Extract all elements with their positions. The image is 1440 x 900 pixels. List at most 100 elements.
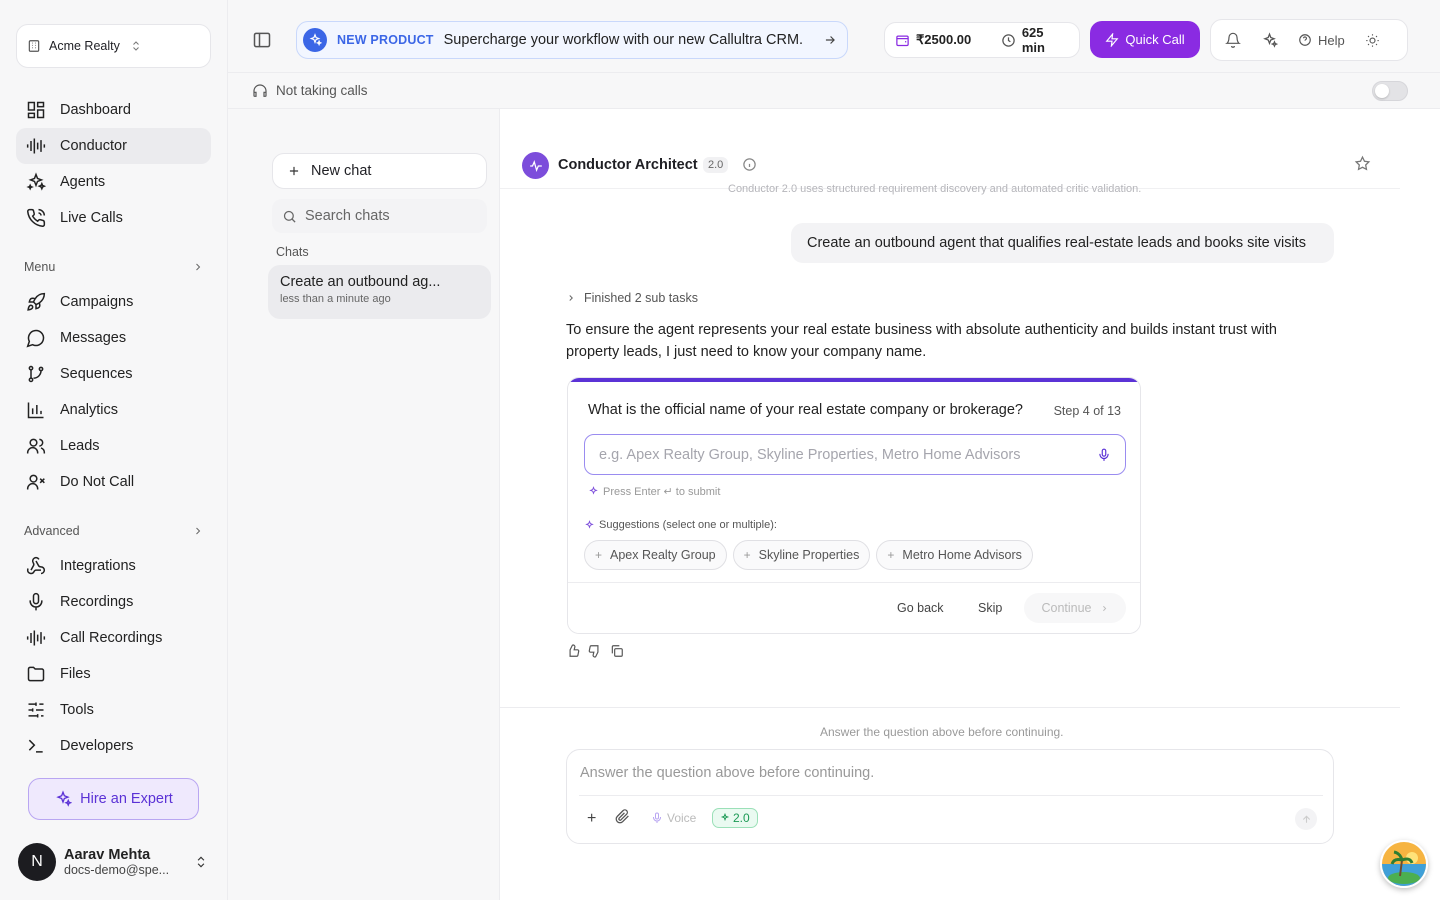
thumbs-up-icon[interactable] <box>566 644 580 658</box>
nav-item-agents[interactable]: Agents <box>16 164 211 200</box>
message-composer: Answer the question above before continu… <box>566 749 1334 844</box>
plus-icon[interactable]: + <box>587 810 596 828</box>
nav-item-live-calls[interactable]: Live Calls <box>16 200 211 236</box>
help-button[interactable]: Help <box>1298 33 1345 48</box>
user-name: Aarav Mehta <box>64 847 151 863</box>
git-branch-icon <box>26 364 46 384</box>
call-status-bar: Not taking calls <box>228 72 1440 109</box>
advanced-section-header[interactable]: Advanced <box>24 524 204 538</box>
nav-item-files[interactable]: Files <box>16 656 211 692</box>
suggestion-chip[interactable]: + Metro Home Advisors <box>876 540 1033 570</box>
promo-banner[interactable]: NEW PRODUCT Supercharge your workflow wi… <box>296 21 848 59</box>
menu-section-header[interactable]: Menu <box>24 260 204 274</box>
question-footer: Go back Skip Continue <box>568 582 1140 633</box>
continue-label: Continue <box>1041 601 1092 615</box>
nav-item-integrations[interactable]: Integrations <box>16 548 211 584</box>
nav-item-do-not-call[interactable]: Do Not Call <box>16 464 211 500</box>
new-chat-button[interactable]: New chat <box>272 153 487 189</box>
chip-label: Apex Realty Group <box>610 548 716 562</box>
version-badge: 2.0 <box>703 157 729 173</box>
chat-time: less than a minute ago <box>280 293 391 305</box>
conversation-header: Conductor 2.0 uses structured requiremen… <box>500 109 1400 195</box>
model-version-label: 2.0 <box>733 811 750 825</box>
promo-tag: NEW PRODUCT <box>337 33 434 47</box>
chat-list-item[interactable]: Create an outbound ag... less than a min… <box>268 265 491 319</box>
mic-icon[interactable] <box>1097 448 1111 462</box>
nav-item-dashboard[interactable]: Dashboard <box>16 92 211 128</box>
plus-icon: + <box>887 548 895 562</box>
copy-icon[interactable] <box>610 644 624 658</box>
star-icon[interactable] <box>1354 155 1371 172</box>
mic-icon <box>651 812 663 824</box>
question-card: What is the official name of your real e… <box>567 377 1141 634</box>
composer-divider <box>500 707 1400 708</box>
chevrons-up-down-icon <box>194 855 208 869</box>
paperclip-icon[interactable] <box>615 809 630 824</box>
chat-list-panel: New chat Search chats Chats Create an ou… <box>228 109 500 900</box>
chip-label: Skyline Properties <box>758 548 860 562</box>
model-version-chip[interactable]: 2.0 <box>712 808 758 828</box>
composer-input[interactable]: Answer the question above before continu… <box>580 765 874 781</box>
subtasks-toggle[interactable]: Finished 2 sub tasks <box>566 291 698 305</box>
info-icon[interactable] <box>742 157 757 172</box>
chevron-right-icon <box>566 293 576 303</box>
mic-icon <box>26 592 46 612</box>
hire-expert-button[interactable]: Hire an Expert <box>28 778 199 820</box>
sparkles-icon <box>588 486 599 497</box>
support-avatar[interactable] <box>1380 840 1428 888</box>
nav-item-recordings[interactable]: Recordings <box>16 584 211 620</box>
nav-label: Dashboard <box>60 102 131 118</box>
voice-button[interactable]: Voice <box>651 811 696 825</box>
skip-button[interactable]: Skip <box>978 601 1002 615</box>
nav-label: Conductor <box>60 138 127 154</box>
quick-call-button[interactable]: Quick Call <box>1090 21 1200 58</box>
nav-label: Developers <box>60 738 134 754</box>
go-back-button[interactable]: Go back <box>897 601 944 615</box>
send-button[interactable] <box>1295 808 1317 830</box>
user-menu[interactable]: N Aarav Mehta docs-demo@spe... <box>18 842 208 882</box>
wallet-icon <box>895 33 910 48</box>
thumbs-down-icon[interactable] <box>588 644 602 658</box>
step-indicator: Step 4 of 13 <box>1053 404 1121 418</box>
call-availability-toggle[interactable] <box>1372 81 1408 101</box>
chevron-right-icon <box>192 525 204 537</box>
nav-item-sequences[interactable]: Sequences <box>16 356 211 392</box>
sun-icon[interactable] <box>1365 33 1380 48</box>
search-chats-input[interactable]: Search chats <box>272 199 487 233</box>
nav-item-leads[interactable]: Leads <box>16 428 211 464</box>
suggestion-chip[interactable]: + Skyline Properties <box>732 540 871 570</box>
minutes-remaining: 625 min <box>1021 25 1045 55</box>
company-name-input[interactable]: e.g. Apex Realty Group, Skyline Properti… <box>584 434 1126 475</box>
promo-message: Supercharge your workflow with our new C… <box>443 32 804 48</box>
continue-button[interactable]: Continue <box>1024 593 1126 623</box>
section-label: Menu <box>24 260 56 274</box>
voice-label: Voice <box>667 811 697 825</box>
nav-item-messages[interactable]: Messages <box>16 320 211 356</box>
new-chat-label: New chat <box>311 163 372 179</box>
nav-label: Agents <box>60 174 106 190</box>
org-switcher[interactable]: Acme Realty <box>16 24 211 68</box>
nav-item-conductor[interactable]: Conductor <box>16 128 211 164</box>
conductor-description: Conductor 2.0 uses structured requiremen… <box>728 183 1142 195</box>
nav-label: Live Calls <box>60 210 123 226</box>
suggestion-chip[interactable]: + Apex Realty Group <box>584 540 727 570</box>
section-label: Advanced <box>24 524 80 538</box>
nav-label: Sequences <box>60 366 133 382</box>
nav-item-tools[interactable]: Tools <box>16 692 211 728</box>
bell-icon[interactable] <box>1225 32 1241 48</box>
header-tools: Help <box>1210 19 1408 61</box>
phone-call-icon <box>26 208 46 228</box>
nav-label: Integrations <box>60 558 136 574</box>
wallet-balance[interactable]: ₹2500.00 625 min <box>884 22 1080 58</box>
panel-toggle-icon[interactable] <box>252 30 272 50</box>
input-placeholder: e.g. Apex Realty Group, Skyline Properti… <box>599 446 1021 463</box>
nav-item-call-recordings[interactable]: Call Recordings <box>16 620 211 656</box>
clock-icon <box>1001 33 1016 48</box>
sparkles-icon[interactable] <box>1261 31 1278 49</box>
nav-item-analytics[interactable]: Analytics <box>16 392 211 428</box>
terminal-icon <box>26 736 46 756</box>
nav-item-developers[interactable]: Developers <box>16 728 211 764</box>
composer-separator <box>579 795 1323 796</box>
nav-item-campaigns[interactable]: Campaigns <box>16 284 211 320</box>
balance-amount: ₹2500.00 <box>916 32 972 47</box>
